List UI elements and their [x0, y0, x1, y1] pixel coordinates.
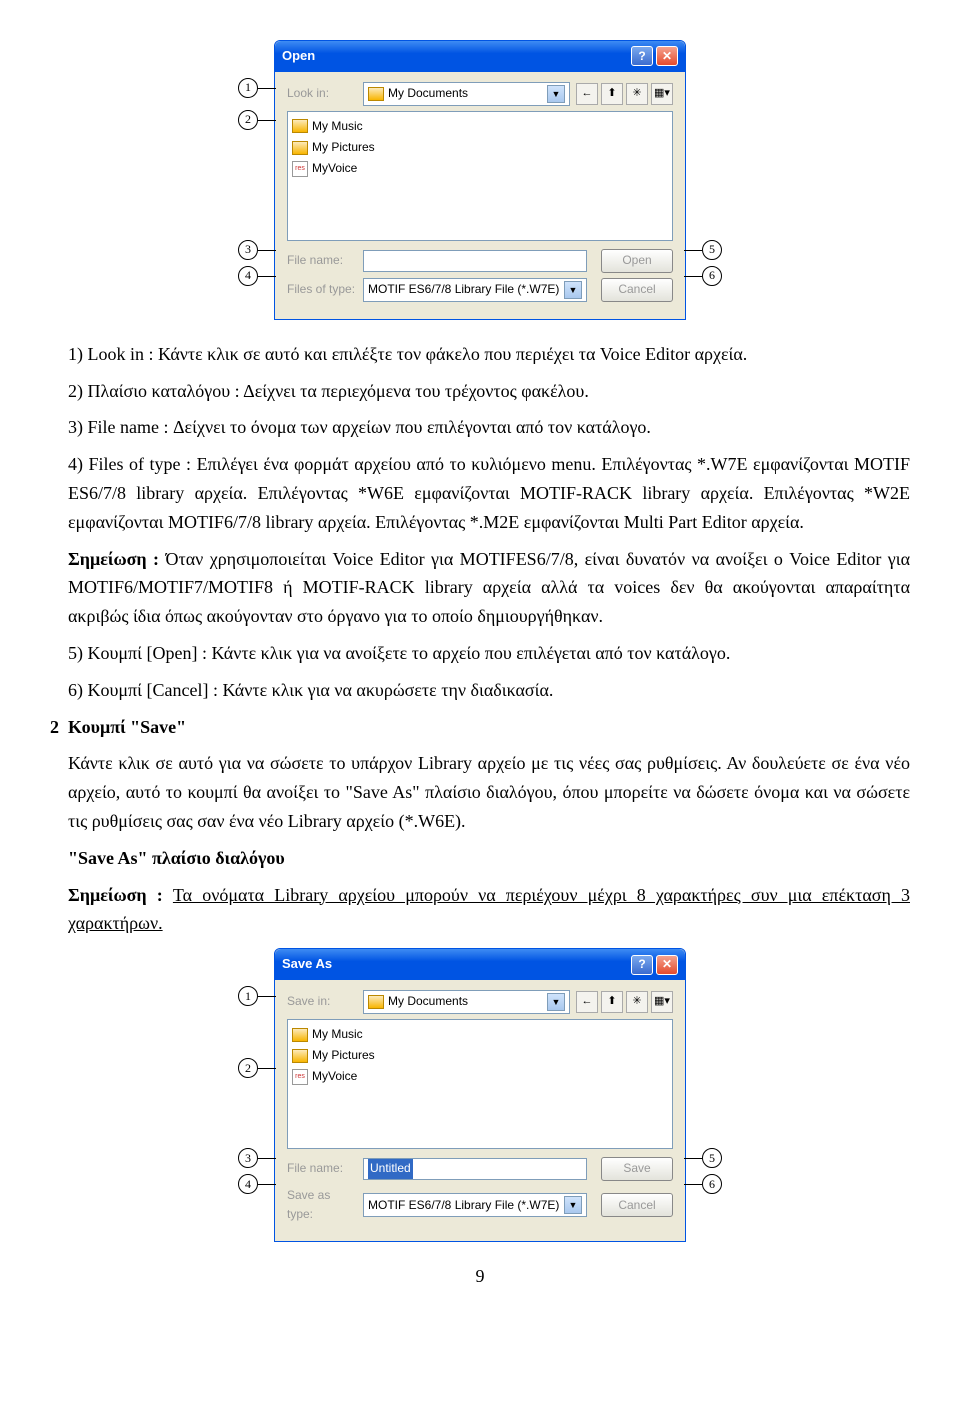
- help-button[interactable]: ?: [631, 955, 653, 975]
- viewmenu-icon[interactable]: ▦▾: [651, 83, 673, 105]
- back-icon[interactable]: ←: [576, 991, 598, 1013]
- dialog-title: Save As: [282, 954, 332, 975]
- body-text: Σημείωση : Όταν χρησιμοποιείται Voice Ed…: [68, 545, 910, 631]
- list-item[interactable]: My Music: [292, 1024, 668, 1045]
- filetype-label: Files of type:: [287, 280, 357, 299]
- folder-icon: [292, 1028, 308, 1042]
- body-text: Σημείωση : Τα ονόματα Library αρχείου μπ…: [68, 881, 910, 939]
- section-heading: 2 Κουμπί "Save": [50, 713, 910, 742]
- titlebar: Open ? ✕: [275, 41, 685, 72]
- file-icon: res: [292, 1069, 308, 1085]
- lookin-label: Look in:: [287, 84, 357, 103]
- back-icon[interactable]: ←: [576, 83, 598, 105]
- callout: 3: [238, 1148, 258, 1168]
- callout: 6: [702, 266, 722, 286]
- saveastype-label: Save as type:: [287, 1186, 357, 1224]
- body-text: 1) Look in : Κάντε κλικ σε αυτό και επιλ…: [68, 340, 910, 369]
- up-icon[interactable]: ⬆: [601, 991, 623, 1013]
- open-button[interactable]: Open: [601, 249, 673, 273]
- body-text: 4) Files of type : Επιλέγει ένα φορμάτ α…: [68, 450, 910, 536]
- up-icon[interactable]: ⬆: [601, 83, 623, 105]
- open-dialog: Open ? ✕ Look in: My Documents ▼ ←: [274, 40, 686, 320]
- callout: 4: [238, 266, 258, 286]
- dialog-title: Open: [282, 46, 315, 67]
- page-number: 9: [50, 1262, 910, 1291]
- filetype-dropdown[interactable]: MOTIF ES6/7/8 Library File (*.W7E) ▼: [363, 278, 587, 302]
- filename-label: File name:: [287, 1159, 357, 1178]
- close-button[interactable]: ✕: [656, 955, 678, 975]
- folder-icon: [292, 141, 308, 155]
- cancel-button[interactable]: Cancel: [601, 278, 673, 302]
- body-text: Κάντε κλικ σε αυτό για να σώσετε το υπάρ…: [68, 749, 910, 835]
- newfolder-icon[interactable]: ✳: [626, 83, 648, 105]
- savein-label: Save in:: [287, 992, 357, 1011]
- body-text: 5) Κουμπί [Open] : Κάντε κλικ για να ανο…: [68, 639, 910, 668]
- close-button[interactable]: ✕: [656, 46, 678, 66]
- titlebar: Save As ? ✕: [275, 949, 685, 980]
- list-item[interactable]: resMyVoice: [292, 1066, 668, 1087]
- file-list[interactable]: My Music My Pictures resMyVoice: [287, 1019, 673, 1149]
- filename-input[interactable]: Untitled: [363, 1158, 587, 1180]
- newfolder-icon[interactable]: ✳: [626, 991, 648, 1013]
- sub-heading: "Save As" πλαίσιο διαλόγου: [68, 844, 910, 873]
- file-icon: res: [292, 161, 308, 177]
- callout: 5: [702, 1148, 722, 1168]
- callout: 3: [238, 240, 258, 260]
- chevron-down-icon[interactable]: ▼: [564, 281, 582, 299]
- savein-dropdown[interactable]: My Documents ▼: [363, 990, 570, 1014]
- callout: 4: [238, 1174, 258, 1194]
- viewmenu-icon[interactable]: ▦▾: [651, 991, 673, 1013]
- list-item[interactable]: resMyVoice: [292, 158, 668, 179]
- list-item[interactable]: My Pictures: [292, 1045, 668, 1066]
- save-button[interactable]: Save: [601, 1157, 673, 1181]
- saveas-dialog: Save As ? ✕ Save in: My Documents ▼ ←: [274, 948, 686, 1242]
- callout: 5: [702, 240, 722, 260]
- filename-input[interactable]: [363, 250, 587, 272]
- cancel-button[interactable]: Cancel: [601, 1193, 673, 1217]
- list-item[interactable]: My Pictures: [292, 137, 668, 158]
- folder-icon: [368, 995, 384, 1009]
- body-text: 3) File name : Δείχνει το όνομα των αρχε…: [68, 413, 910, 442]
- filename-label: File name:: [287, 251, 357, 270]
- callout: 6: [702, 1174, 722, 1194]
- file-list[interactable]: My Music My Pictures resMyVoice: [287, 111, 673, 241]
- help-button[interactable]: ?: [631, 46, 653, 66]
- chevron-down-icon[interactable]: ▼: [547, 85, 565, 103]
- lookin-dropdown[interactable]: My Documents ▼: [363, 82, 570, 106]
- chevron-down-icon[interactable]: ▼: [564, 1196, 582, 1214]
- body-text: 2) Πλαίσιο καταλόγου : Δείχνει τα περιεχ…: [68, 377, 910, 406]
- callout: 1: [238, 986, 258, 1006]
- folder-icon: [292, 119, 308, 133]
- saveastype-dropdown[interactable]: MOTIF ES6/7/8 Library File (*.W7E) ▼: [363, 1193, 587, 1217]
- folder-icon: [368, 87, 384, 101]
- list-item[interactable]: My Music: [292, 116, 668, 137]
- callout: 2: [238, 110, 258, 130]
- body-text: 6) Κουμπί [Cancel] : Κάντε κλικ για να α…: [68, 676, 910, 705]
- folder-icon: [292, 1049, 308, 1063]
- callout: 2: [238, 1058, 258, 1078]
- chevron-down-icon[interactable]: ▼: [547, 993, 565, 1011]
- callout: 1: [238, 78, 258, 98]
